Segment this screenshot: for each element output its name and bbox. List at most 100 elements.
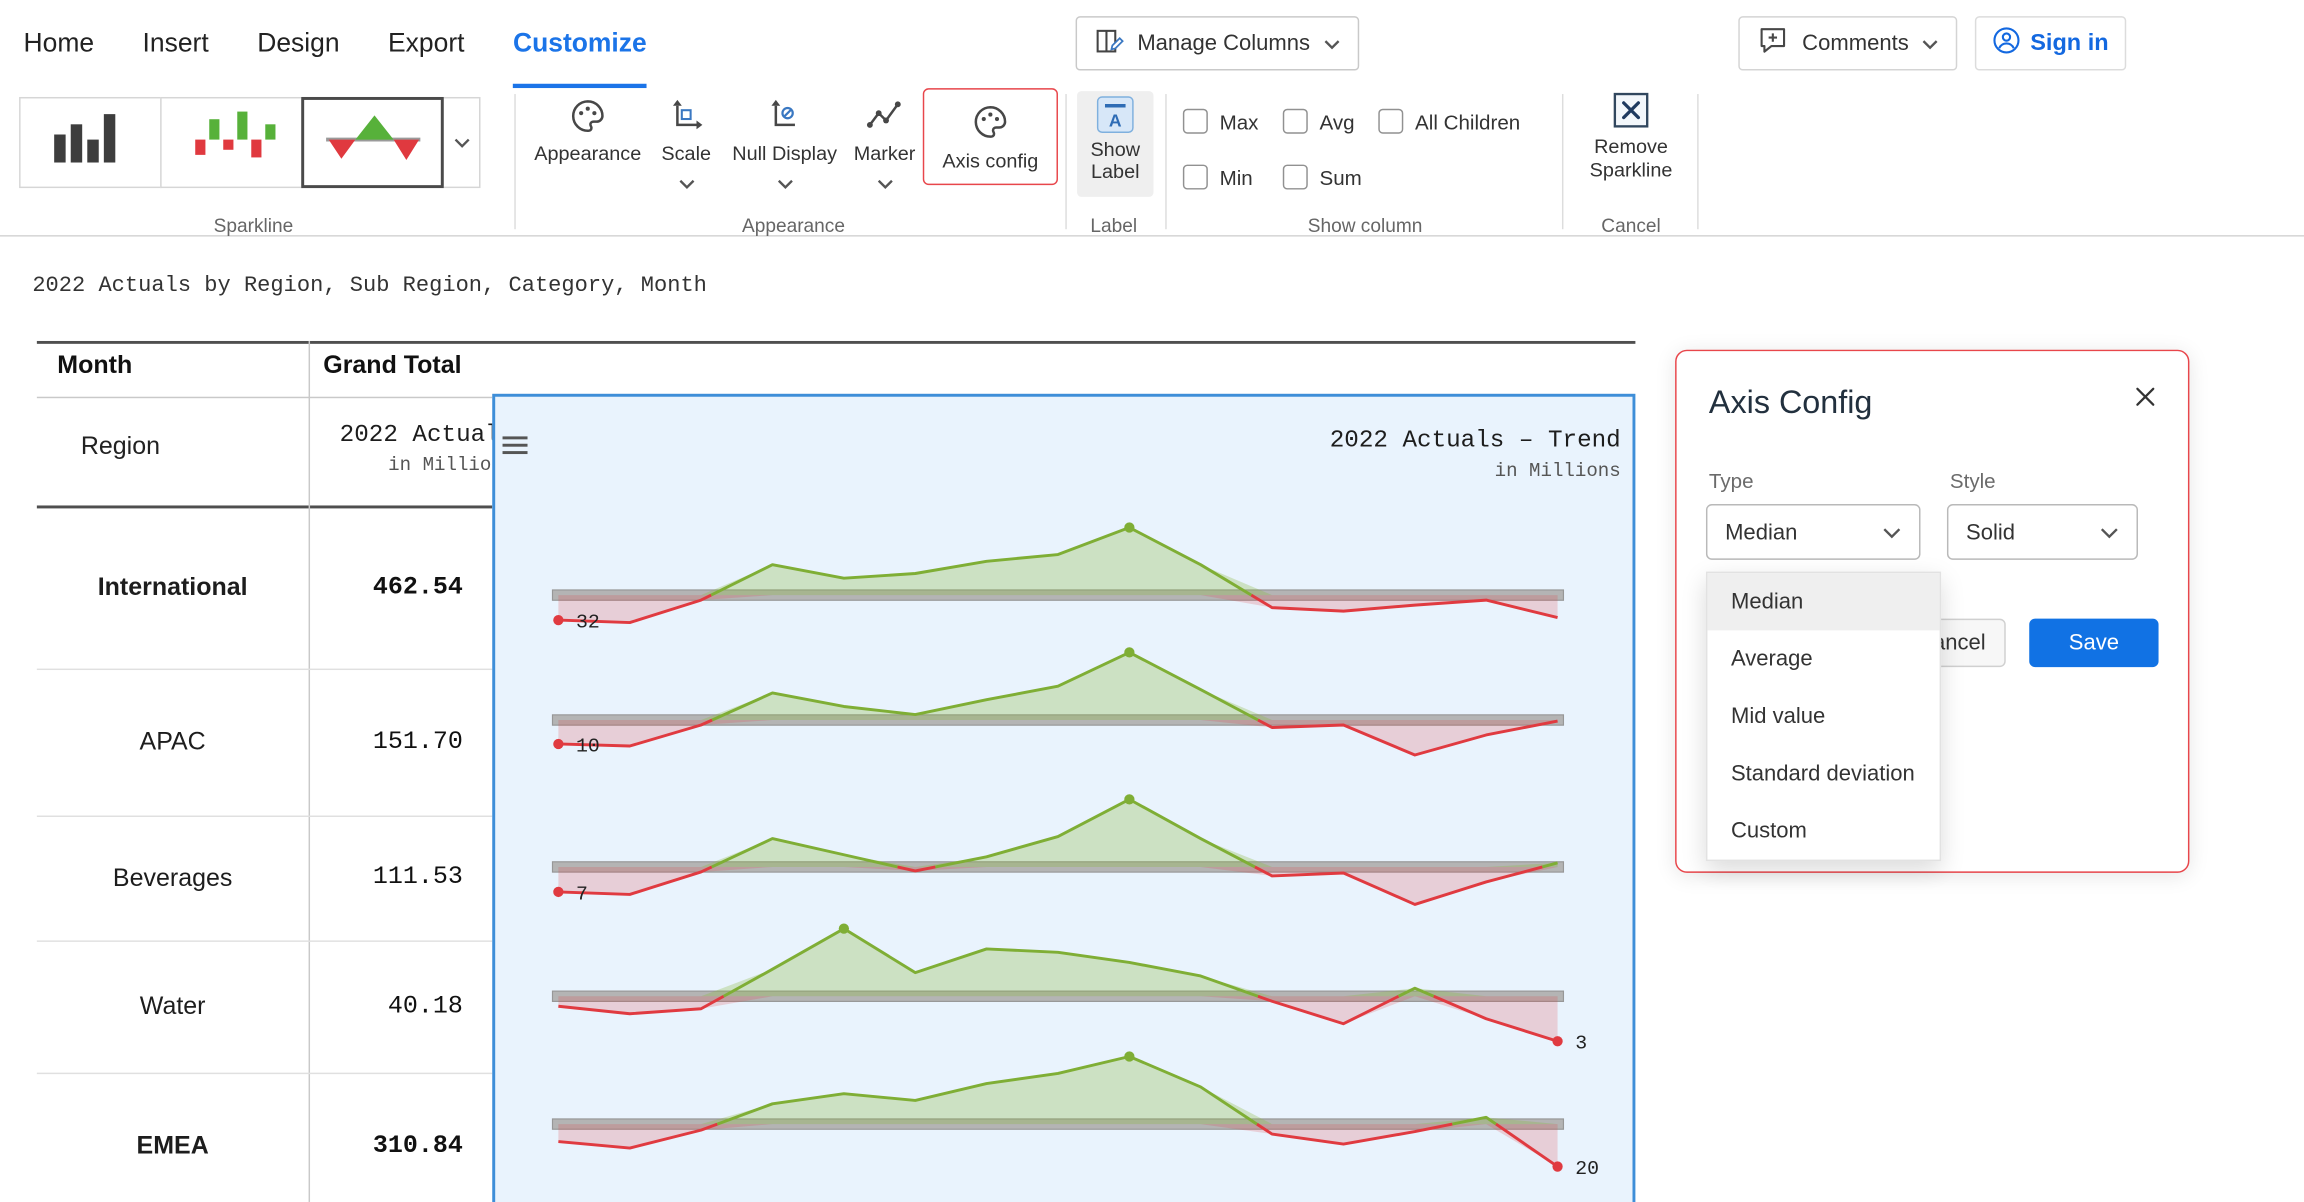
marker-label: Marker <box>854 143 916 165</box>
axis-config-panel: Axis Config Type Style Median Solid Canc… <box>1675 350 2189 873</box>
dropdown-option-standard-deviation[interactable]: Standard deviation <box>1707 745 1939 802</box>
row-label[interactable]: APAC <box>37 669 309 816</box>
screen: Home Insert Design Export Customize Mana… <box>0 0 2304 1202</box>
group-divider <box>1562 94 1563 229</box>
actuals-header-line2: in Millions <box>309 454 515 476</box>
appearance-label: Appearance <box>534 143 641 165</box>
row-label[interactable]: International <box>37 507 309 669</box>
row-label[interactable]: Water <box>37 940 309 1072</box>
type-field-label: Type <box>1709 469 1754 493</box>
checkbox-box <box>1378 109 1403 134</box>
show-label-button[interactable]: A Show Label <box>1077 91 1153 197</box>
checkbox-avg[interactable]: Avg <box>1283 109 1355 134</box>
palette-icon <box>569 97 607 140</box>
row-label[interactable]: Beverages <box>37 816 309 941</box>
menubar: Home Insert Design Export Customize Mana… <box>0 0 2304 88</box>
save-button[interactable]: Save <box>2029 619 2158 667</box>
sparkline-style-column[interactable] <box>19 97 162 188</box>
marker-button[interactable]: Marker <box>843 97 925 184</box>
row-dimension-header[interactable]: Region <box>81 432 160 461</box>
group-divider <box>514 94 515 229</box>
line-markers-icon <box>865 97 903 140</box>
remove-line1: Remove <box>1594 135 1668 157</box>
cell-value[interactable]: 40.18 <box>309 940 478 1072</box>
cell-value[interactable]: 111.53 <box>309 816 478 941</box>
row-label[interactable]: EMEA <box>37 1073 309 1202</box>
cell-value[interactable]: 462.54 <box>309 507 478 669</box>
menu-item-customize[interactable]: Customize <box>513 0 647 88</box>
checkbox-box <box>1183 109 1208 134</box>
comments-label: Comments <box>1802 31 1909 56</box>
null-display-button[interactable]: Null Display <box>726 97 844 184</box>
dropdown-option-median[interactable]: Median <box>1707 573 1939 630</box>
scale-button[interactable]: Scale <box>649 97 722 184</box>
checkbox-box <box>1283 109 1308 134</box>
dropdown-option-custom[interactable]: Custom <box>1707 802 1939 859</box>
axis-config-button[interactable]: Axis config <box>923 88 1058 185</box>
sparkline-chart[interactable]: 10 <box>547 641 1627 788</box>
menu-item-insert[interactable]: Insert <box>143 0 209 88</box>
column-header-grand-total[interactable]: Grand Total <box>323 351 461 380</box>
column-sparkline-icon <box>32 101 150 185</box>
sparkline-chart[interactable]: 7 <box>547 788 1627 935</box>
column-header-trend[interactable]: 2022 Actuals – Trend in Millions <box>1330 426 1621 482</box>
group-divider <box>1697 94 1698 229</box>
show-label-line1: Show <box>1090 138 1140 160</box>
checkbox-all-children[interactable]: All Children <box>1378 109 1520 134</box>
sign-in-button[interactable]: Sign in <box>1974 16 2126 70</box>
group-label-cancel: Cancel <box>1569 215 1692 237</box>
dropdown-option-average[interactable]: Average <box>1707 630 1939 687</box>
ribbon-toolbar: Sparkline Appearance Scale Null Display … <box>0 88 2304 236</box>
trend-column-selection[interactable]: 2022 Actuals – Trend in Millions 32 10 7… <box>492 394 1635 1202</box>
menu-item-export[interactable]: Export <box>388 0 464 88</box>
group-divider <box>1065 94 1066 229</box>
type-select[interactable]: Median <box>1706 504 1921 560</box>
sparkline-chart[interactable]: 3 <box>547 917 1627 1064</box>
axis-type-dropdown-list: MedianAverageMid valueStandard deviation… <box>1706 572 1941 861</box>
trend-header-line2: in Millions <box>1330 460 1621 482</box>
column-header-month[interactable]: Month <box>57 351 132 380</box>
group-label-label: Label <box>1068 215 1159 237</box>
checkbox-max[interactable]: Max <box>1183 109 1259 134</box>
chevron-down-icon <box>678 172 694 184</box>
comments-button[interactable]: Comments <box>1739 16 1957 70</box>
chevron-down-icon <box>876 172 892 184</box>
scale-label: Scale <box>661 143 711 165</box>
checkbox-label: Avg <box>1320 109 1355 133</box>
palette-icon <box>971 102 1009 145</box>
remove-sparkline-button[interactable]: Remove Sparkline <box>1575 91 1687 181</box>
style-select[interactable]: Solid <box>1947 504 2138 560</box>
appearance-button[interactable]: Appearance <box>526 97 649 165</box>
manage-columns-button[interactable]: Manage Columns <box>1076 16 1359 70</box>
dropdown-option-mid-value[interactable]: Mid value <box>1707 688 1939 745</box>
pivot-table: Month Grand Total Region 2022 Actuals in… <box>37 341 1636 1202</box>
show-label-line2: Label <box>1091 160 1140 182</box>
sparkline-style-winloss[interactable] <box>160 97 303 188</box>
sparkline-style-trend[interactable] <box>301 97 444 188</box>
checkbox-box <box>1183 165 1208 190</box>
null-axis-icon <box>766 97 804 140</box>
svg-text:10: 10 <box>576 734 600 757</box>
column-header-actuals[interactable]: 2022 Actuals in Millions <box>309 420 515 476</box>
checkbox-box <box>1283 165 1308 190</box>
menu-item-home[interactable]: Home <box>24 0 95 88</box>
group-label-appearance: Appearance <box>523 215 1064 237</box>
actuals-header-line1: 2022 Actuals <box>309 420 515 448</box>
checkbox-min[interactable]: Min <box>1183 165 1253 190</box>
menu-item-design[interactable]: Design <box>257 0 339 88</box>
type-select-value: Median <box>1725 519 1797 544</box>
checkbox-label: Min <box>1220 165 1253 189</box>
chevron-down-icon <box>1922 31 1938 56</box>
axis-scale-icon <box>667 97 705 140</box>
close-button[interactable] <box>2129 381 2161 413</box>
cell-value[interactable]: 310.84 <box>309 1073 478 1202</box>
drag-handle-icon[interactable] <box>503 432 528 458</box>
svg-text:20: 20 <box>1575 1157 1599 1180</box>
svg-text:7: 7 <box>576 882 588 905</box>
person-circle-icon <box>1992 26 2020 61</box>
cell-value[interactable]: 151.70 <box>309 669 478 816</box>
sparkline-style-more-button[interactable] <box>442 97 480 188</box>
sparkline-chart[interactable]: 20 <box>547 1045 1627 1192</box>
checkbox-sum[interactable]: Sum <box>1283 165 1362 190</box>
group-label-show-column: Show column <box>1173 215 1558 237</box>
